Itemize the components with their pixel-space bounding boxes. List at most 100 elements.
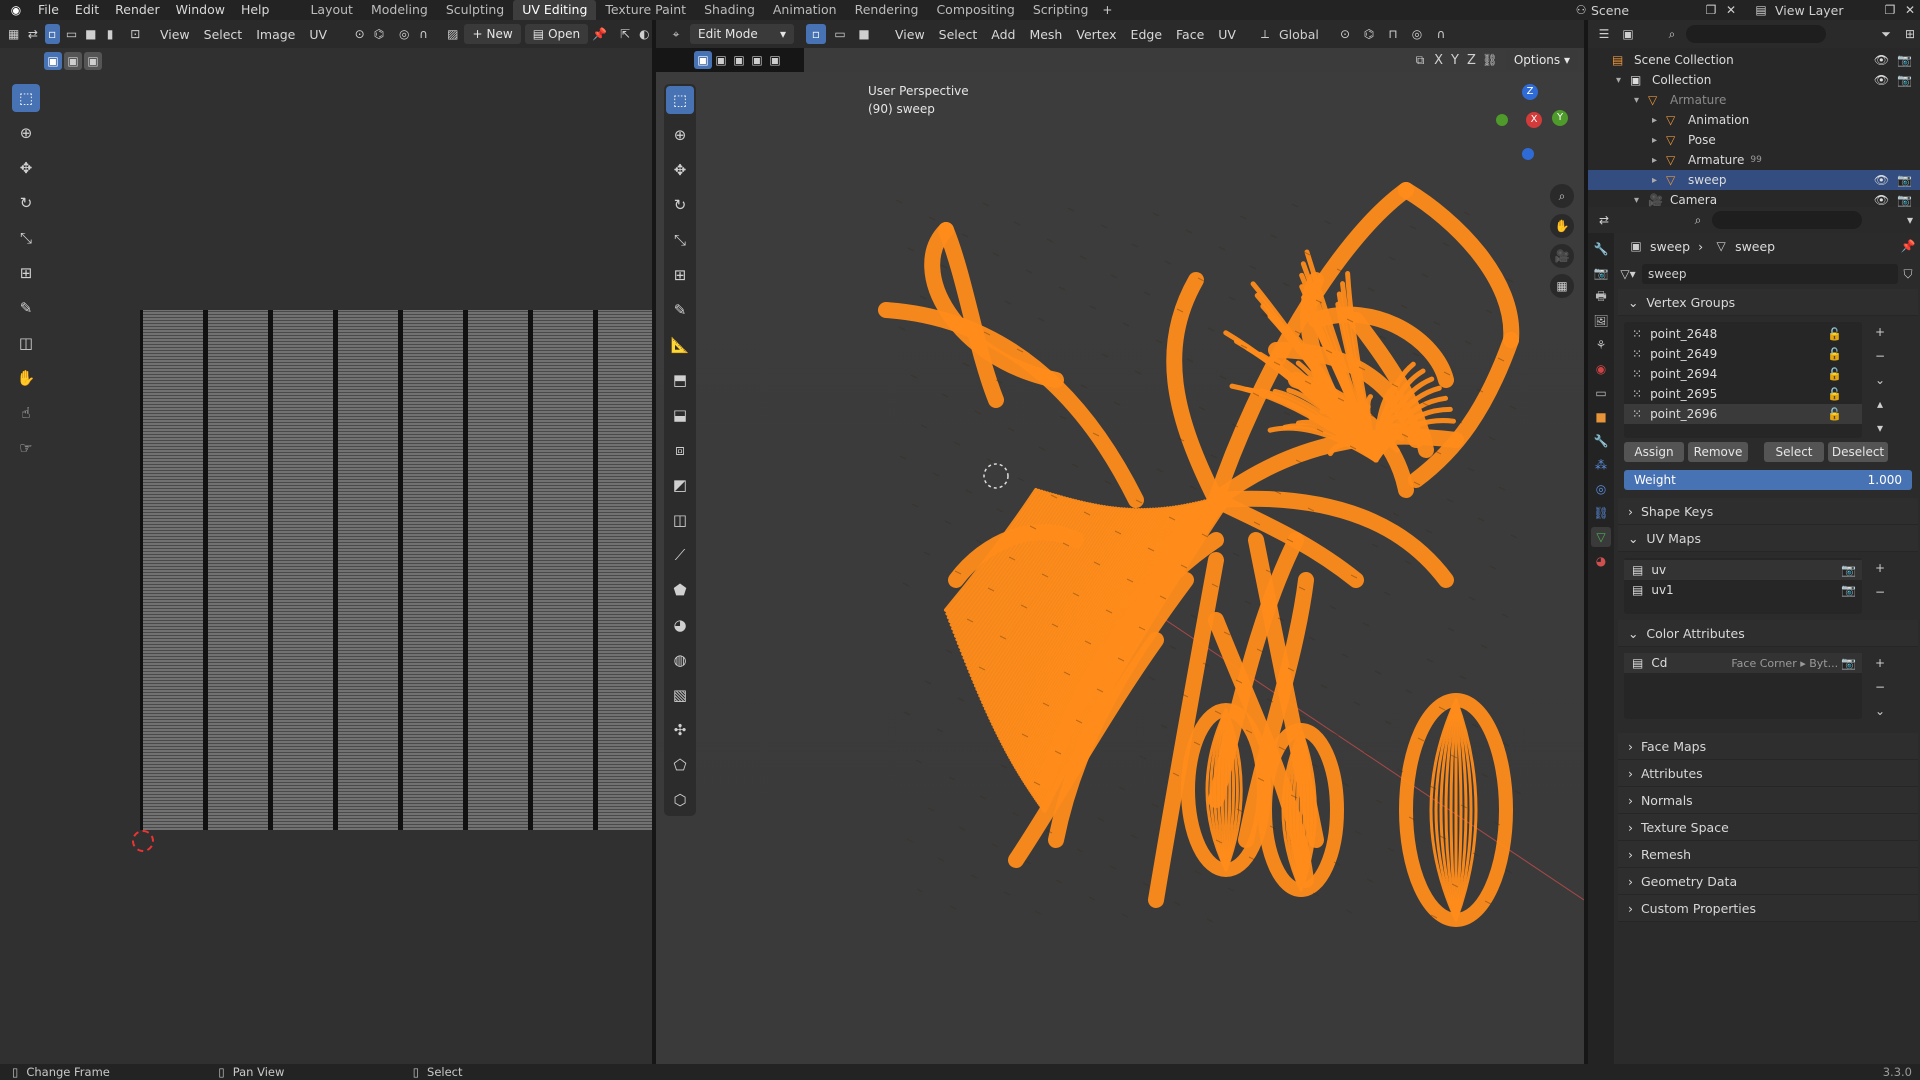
proportional-icon[interactable]: ◎ <box>397 24 412 44</box>
pinch-tool-icon[interactable]: ☞ <box>12 434 40 462</box>
outliner-row[interactable]: ▸ ▽ sweep 👁 📷 <box>1588 170 1920 190</box>
open-image-button[interactable]: ▤ Open <box>524 24 589 44</box>
rotate-tool-icon[interactable]: ↻ <box>12 189 40 217</box>
remove-uv-map-icon[interactable]: − <box>1870 582 1890 602</box>
outliner-row[interactable]: ▾ ▽ Armature <box>1588 90 1920 110</box>
menu-edit[interactable]: Edit <box>67 0 107 20</box>
data-tab-icon[interactable]: ▽ <box>1591 527 1611 547</box>
add-workspace-icon[interactable]: + <box>1097 0 1117 20</box>
grab-tool-icon[interactable]: ✋ <box>12 364 40 392</box>
modifier-tab-icon[interactable]: 🔧 <box>1591 431 1611 451</box>
axis-x[interactable]: X <box>1430 53 1447 68</box>
visibility-eye-icon[interactable]: 👁 <box>1874 73 1889 87</box>
vertex-select-icon[interactable]: ▫ <box>44 24 60 44</box>
workspace-tab-sculpting[interactable]: Sculpting <box>437 0 513 20</box>
workspace-tab-rendering[interactable]: Rendering <box>846 0 928 20</box>
vp-add-cube-tool-icon[interactable]: ⬒ <box>666 366 694 394</box>
vp-move-tool-icon[interactable]: ✥ <box>666 156 694 184</box>
vp-shrink-tool-icon[interactable]: ✣ <box>666 716 694 744</box>
active-render-uv-icon[interactable]: 📷 <box>1841 583 1856 597</box>
falloff-icon[interactable]: ∩ <box>416 24 431 44</box>
island-select-icon[interactable]: ▮ <box>102 24 117 44</box>
select-subtract-icon[interactable]: ▣ <box>84 52 102 70</box>
viewport-menu-vertex[interactable]: Vertex <box>1069 27 1123 42</box>
vp-loopcut-tool-icon[interactable]: ◫ <box>666 506 694 534</box>
sync-selection-icon[interactable]: ⇄ <box>25 24 40 44</box>
collection-tab-icon[interactable]: ▭ <box>1591 383 1611 403</box>
vp-knife-tool-icon[interactable]: ⟋ <box>666 541 694 569</box>
vp-transform-tool-icon[interactable]: ⊞ <box>666 261 694 289</box>
gizmo-icon[interactable]: ⇱ <box>617 24 632 44</box>
pin-icon[interactable]: 📌 <box>592 24 607 44</box>
snap-icon[interactable]: ⌬ <box>371 24 386 44</box>
copy-layer-icon[interactable]: ❐ <box>1880 0 1900 20</box>
vp-select-invert-icon[interactable]: ▣ <box>748 51 766 69</box>
menu-window[interactable]: Window <box>168 0 233 20</box>
mode-dropdown[interactable]: Edit Mode ▾ <box>690 24 794 44</box>
datablock-browse-icon[interactable]: ▽▾ <box>1618 264 1638 284</box>
image-browse-icon[interactable]: ▨ <box>445 24 460 44</box>
section-custom-properties[interactable]: › Custom Properties <box>1618 895 1918 922</box>
viewport-editor-type-icon[interactable]: ⌖ <box>666 24 686 44</box>
vp-annotate-tool-icon[interactable]: ✎ <box>666 296 694 324</box>
select-button[interactable]: Select <box>1764 442 1824 462</box>
vp-scale-tool-icon[interactable]: ⤡ <box>666 226 694 254</box>
world-tab-icon[interactable]: ◉ <box>1591 359 1611 379</box>
axis-y[interactable]: Y <box>1447 53 1463 68</box>
outliner-row[interactable]: ▾ ▣ Collection 👁 📷 <box>1588 70 1920 90</box>
vp-spin-tool-icon[interactable]: ◕ <box>666 611 694 639</box>
vp-bevel-tool-icon[interactable]: ◩ <box>666 471 694 499</box>
render-camera-icon[interactable]: 📷 <box>1897 193 1912 207</box>
move-up-icon[interactable]: ▴ <box>1870 394 1890 414</box>
select-extend-icon[interactable]: ▣ <box>64 52 82 70</box>
axis-z[interactable]: Z <box>1463 53 1480 68</box>
visibility-eye-icon[interactable]: 👁 <box>1874 193 1889 207</box>
expand-icon[interactable]: ▾ <box>1616 75 1630 86</box>
vertex-group-item[interactable]: ⁙ point_2649 🔓 <box>1624 344 1862 364</box>
lock-icon[interactable]: 🔓 <box>1827 347 1842 361</box>
properties-options-icon[interactable]: ▾ <box>1900 210 1920 230</box>
new-image-button[interactable]: + New <box>464 24 521 44</box>
render-camera-icon[interactable]: 📷 <box>1897 173 1912 187</box>
vertex-group-specials-icon[interactable]: ⌄ <box>1870 370 1890 390</box>
lock-icon[interactable]: 🔓 <box>1827 367 1842 381</box>
active-render-icon[interactable]: 📷 <box>1841 656 1856 670</box>
color-attributes-header[interactable]: ⌄ Color Attributes <box>1618 620 1918 647</box>
sweep-mesh[interactable] <box>656 20 1584 1064</box>
lock-icon[interactable]: 🔓 <box>1827 327 1842 341</box>
sticky-select-icon[interactable]: ⊡ <box>128 24 143 44</box>
edge-select-icon[interactable]: ▭ <box>64 24 79 44</box>
vp-pan-icon[interactable]: ✋ <box>1550 214 1574 238</box>
falloff-curve-icon[interactable]: ∩ <box>1431 24 1451 44</box>
vp-cursor-tool-icon[interactable]: ⊕ <box>666 121 694 149</box>
visibility-eye-icon[interactable]: 👁 <box>1874 53 1889 67</box>
assign-button[interactable]: Assign <box>1624 442 1684 462</box>
auto-merge-icon[interactable]: ⛓ <box>1480 50 1500 70</box>
workspace-tab-shading[interactable]: Shading <box>695 0 764 20</box>
vp-select-subtract-icon[interactable]: ▣ <box>730 51 748 69</box>
remove-vertex-group-icon[interactable]: − <box>1870 346 1890 366</box>
remove-color-attribute-icon[interactable]: − <box>1870 677 1890 697</box>
outliner-search[interactable] <box>1686 25 1826 43</box>
color-attribute-item[interactable]: ▤ Cd Face Corner ▸ Byt... 📷 <box>1624 653 1862 673</box>
rip-tool-icon[interactable]: ◫ <box>12 329 40 357</box>
outliner-row[interactable]: ▸ ▽ Animation <box>1588 110 1920 130</box>
viewport-menu-add[interactable]: Add <box>984 27 1022 42</box>
add-uv-map-icon[interactable]: + <box>1870 558 1890 578</box>
vp-measure-tool-icon[interactable]: 📐 <box>666 331 694 359</box>
neg-y-axis-icon[interactable] <box>1496 114 1508 126</box>
viewport-menu-select[interactable]: Select <box>932 27 985 42</box>
vp-edgeslide-tool-icon[interactable]: ▧ <box>666 681 694 709</box>
viewport-menu-mesh[interactable]: Mesh <box>1022 27 1069 42</box>
expand-icon[interactable]: ▾ <box>1634 95 1648 106</box>
uv-maps-header[interactable]: ⌄ UV Maps <box>1618 525 1918 552</box>
workspace-tab-modeling[interactable]: Modeling <box>362 0 437 20</box>
orientation-dropdown[interactable]: Global <box>1279 27 1331 42</box>
display-mode-icon[interactable]: ▣ <box>1618 24 1638 44</box>
vertex-group-item[interactable]: ⁙ point_2694 🔓 <box>1624 364 1862 384</box>
outliner-row[interactable]: ▤ Scene Collection 👁 📷 <box>1588 50 1920 70</box>
scene-name[interactable]: Scene <box>1591 3 1701 18</box>
uv-menu-view[interactable]: View <box>153 27 197 42</box>
proportional-edit-icon[interactable]: ◎ <box>1407 24 1427 44</box>
expand-icon[interactable]: ▸ <box>1652 115 1666 126</box>
